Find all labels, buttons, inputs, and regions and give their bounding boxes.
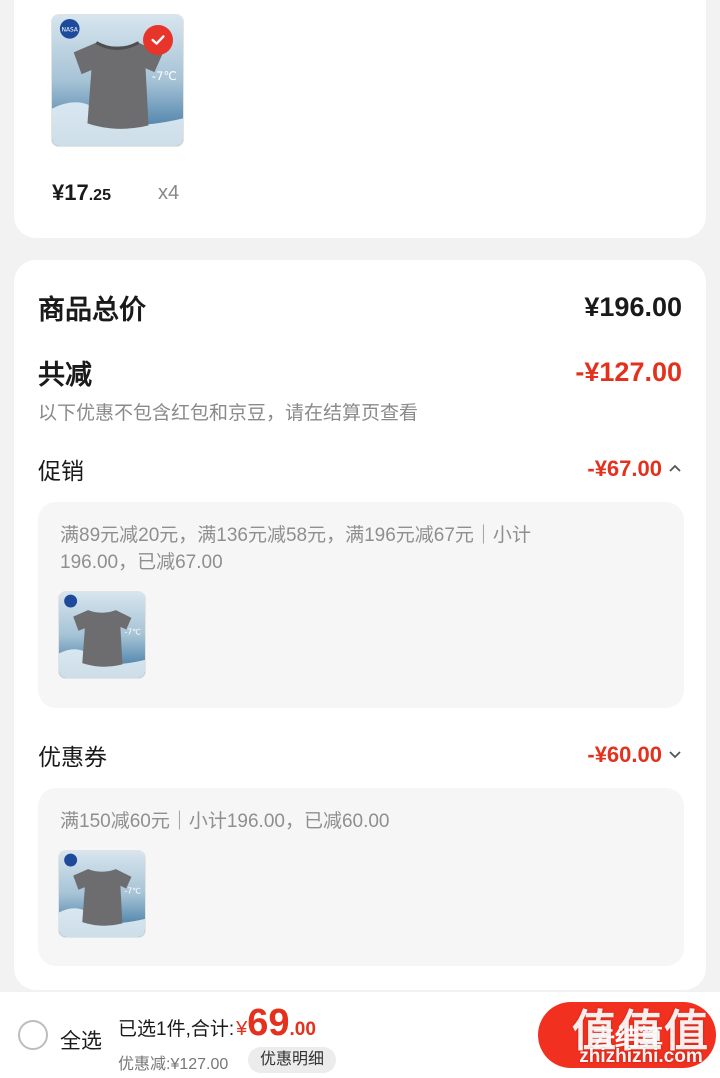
svg-text:-7℃: -7℃ <box>124 887 140 896</box>
check-badge-icon <box>143 25 173 55</box>
total-value: ¥196.00 <box>584 292 682 322</box>
unit-price: ¥17.25 <box>52 180 111 205</box>
select-all-label[interactable]: 全选 <box>60 1025 102 1055</box>
svg-text:-7℃: -7℃ <box>124 628 140 637</box>
coupon-detail: 满150减60元｜小计196.00，已减60.00 <box>60 811 390 832</box>
chevron-up-icon[interactable] <box>668 460 682 478</box>
total-label: 商品总价 <box>38 295 146 325</box>
product-thumbnail[interactable]: NASA -7℃ <box>51 14 184 147</box>
selected-total: 已选1件,合计: ¥ 69 .00 <box>118 1002 316 1045</box>
discount-text: 优惠减:¥127.00 <box>118 1056 229 1073</box>
discount-detail-button[interactable]: 优惠明细 <box>248 1047 337 1073</box>
chevron-down-icon[interactable] <box>668 746 682 764</box>
reduce-label: 共减 <box>38 360 92 390</box>
watermark-site: zhizhizhi.com <box>579 1046 703 1067</box>
svg-text:-7℃: -7℃ <box>152 69 177 83</box>
nasa-logo-text: NASA <box>62 28 78 34</box>
promotion-value: -¥67.00 <box>587 456 662 481</box>
reduce-value: -¥127.00 <box>575 357 682 387</box>
select-all-radio-icon[interactable] <box>18 1020 48 1050</box>
reduce-row: 共减 -¥127.00 <box>38 353 682 392</box>
quantity: x4 <box>158 182 180 204</box>
coupon-header[interactable]: 优惠券 -¥60.00 <box>38 738 682 772</box>
discount-note: 以下优惠不包含红包和京豆，请在结算页查看 <box>38 403 419 424</box>
promotion-label: 促销 <box>38 458 84 484</box>
coupon-value: -¥60.00 <box>587 742 662 767</box>
coupon-label: 优惠券 <box>38 744 107 770</box>
coupon-product-thumbnail[interactable]: -7℃ <box>58 850 146 938</box>
promotion-detail-line2: 196.00，已减67.00 <box>60 552 223 573</box>
total-dec: .00 <box>289 1019 316 1040</box>
promotion-header[interactable]: 促销 -¥67.00 <box>38 452 682 486</box>
promotion-detail-line1: 满89元减20元，满136元减58元，满196元减67元｜小计 <box>60 525 531 546</box>
total-row: 商品总价 ¥196.00 <box>38 288 682 327</box>
total-int: 69 <box>247 1002 290 1044</box>
promotion-product-thumbnail[interactable]: -7℃ <box>58 591 146 679</box>
selected-text: 已选1件,合计: <box>118 1019 235 1040</box>
total-currency: ¥ <box>236 1018 248 1040</box>
